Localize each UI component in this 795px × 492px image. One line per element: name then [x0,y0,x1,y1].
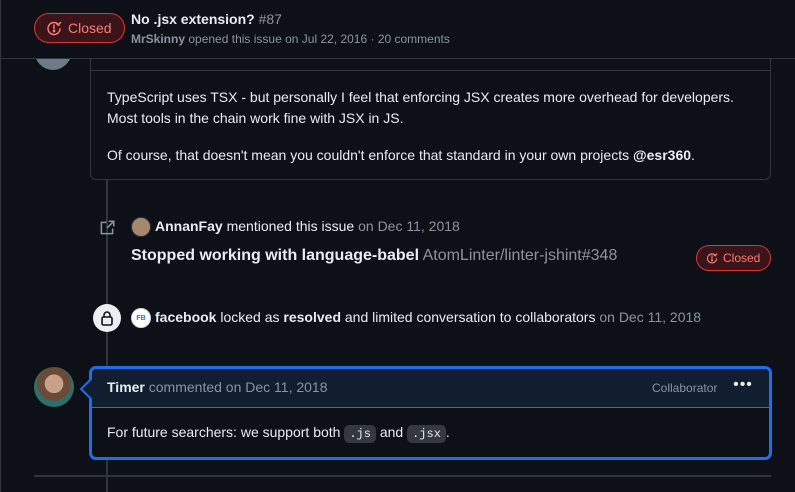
inline-code: .js [344,425,376,443]
event-date[interactable]: on Dec 11, 2018 [358,218,460,234]
comment-paragraph: TypeScript uses TSX - but personally I f… [107,89,734,126]
referenced-issue: Stopped working with language-babel Atom… [131,247,617,265]
issue-closed-icon [706,253,718,264]
inline-code: .jsx [407,425,446,443]
lock-icon [101,311,113,326]
issue-meta: MrSkinny opened this issue on Jul 22, 20… [131,32,450,46]
comment-author: Timer commented on Dec 11, 2018 [107,379,328,395]
sticky-issue-header: Closed No .jsx extension? #87 MrSkinny o… [1,0,795,59]
status-badge: Closed [696,245,772,271]
more-options-icon[interactable]: ••• [732,376,754,398]
comment-body: For future searchers: we support both .j… [107,424,450,443]
author-link[interactable]: Timer [107,379,145,395]
comment-box: TypeScript uses TSX - but personally I f… [90,44,771,180]
issue-number: #87 [258,11,282,27]
referenced-issue-link[interactable]: Stopped working with language-babel [131,247,419,264]
user-mention-link[interactable]: @esr360 [633,147,691,163]
divider [34,475,771,477]
lock-icon-badge [93,304,121,332]
issue-title: No .jsx extension? #87 [131,11,282,27]
comment-date[interactable]: commented on Dec 11, 2018 [149,379,328,395]
event-date[interactable]: on Dec 11, 2018 [599,309,701,325]
avatar[interactable]: FB [131,308,151,328]
status-badge: Closed [34,13,125,43]
actor-link[interactable]: AnnanFay [155,218,223,234]
referenced-repo[interactable]: AtomLinter/linter-jshint#348 [423,247,618,264]
comment-paragraph: Of course, that doesn't mean you couldn'… [107,147,695,163]
timeline-event-mention: AnnanFay mentioned this issue on Dec 11,… [155,218,460,234]
issue-closed-icon [47,21,62,36]
actor-link[interactable]: facebook [155,309,216,325]
comment-header: Timer commented on Dec 11, 2018 Collabor… [92,369,769,408]
avatar[interactable] [131,217,151,237]
avatar[interactable] [34,367,74,407]
cross-reference-icon [100,220,115,235]
author-link[interactable]: MrSkinny [131,32,185,46]
timeline-event-lock: facebook locked as resolved and limited … [155,309,702,325]
role-label: Collaborator [652,381,718,395]
comment-box: Timer commented on Dec 11, 2018 Collabor… [79,367,771,459]
